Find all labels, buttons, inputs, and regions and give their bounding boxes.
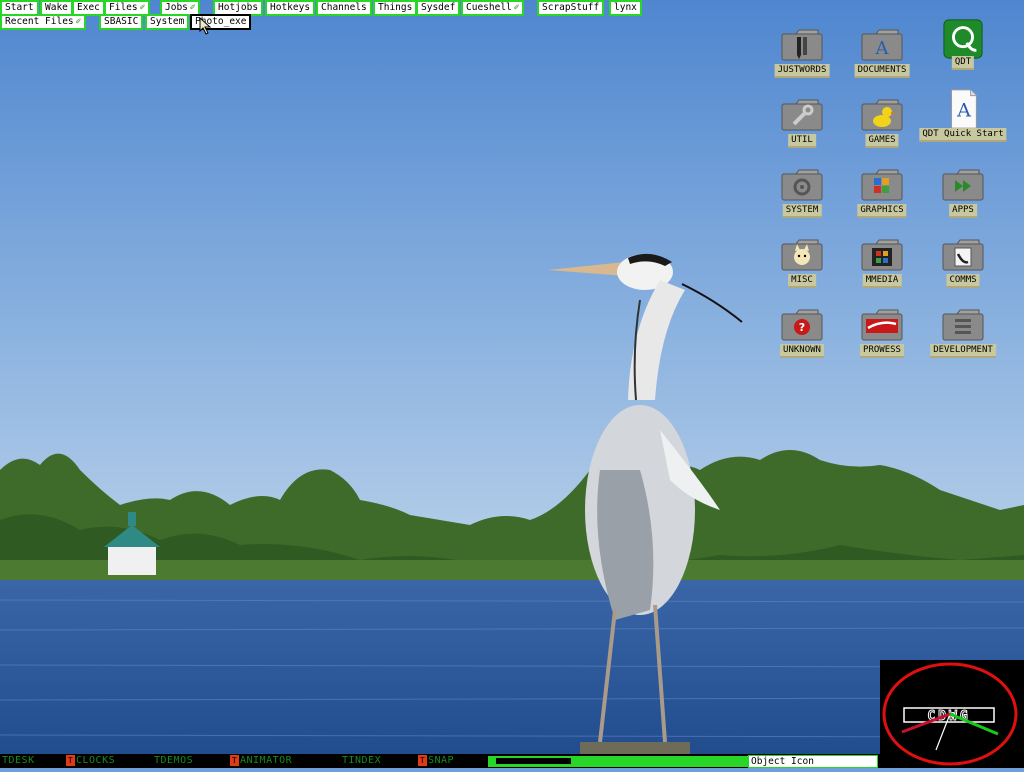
desktop-icon-label: MISC [788, 274, 816, 288]
desktop-icon-label: QDT [951, 56, 975, 70]
desktop-icon-unknown[interactable]: ? UNKNOWN [767, 306, 837, 366]
menu-cueshell[interactable]: Cueshell ✐ [461, 0, 525, 16]
folder-prowess-icon [861, 309, 903, 341]
folder-phone-icon [942, 239, 984, 271]
desktop-icon-label: JUSTWORDS [774, 64, 830, 78]
submenu-icon: ✐ [513, 3, 520, 13]
menu-hotkeys[interactable]: Hotkeys [265, 0, 316, 16]
menu-things[interactable]: Things [373, 0, 418, 16]
desktop-icon-graphics[interactable]: GRAPHICS [847, 166, 917, 226]
task-tindex[interactable]: TINDEX [342, 755, 381, 767]
menu-recent-files[interactable]: Recent Files ✐ [0, 14, 87, 30]
folder-duck-icon [861, 99, 903, 131]
menu-sysdef[interactable]: Sysdef [416, 0, 461, 16]
desktop-icon-label: MMEDIA [862, 274, 902, 288]
document-a-icon: A [951, 89, 977, 129]
task-snap[interactable]: T SNAP [418, 755, 454, 767]
progress-bar [487, 755, 749, 768]
task-marker-icon: T [418, 755, 427, 766]
status-field: Object Icon [748, 755, 878, 768]
desktop-icon-label: DEVELOPMENT [930, 344, 996, 358]
desktop-icon-label: QDT Quick Start [919, 128, 1007, 142]
desktop-icon-games[interactable]: GAMES [847, 96, 917, 156]
menu-sbasic[interactable]: SBASIC [99, 14, 144, 30]
folder-cat-icon [781, 239, 823, 271]
desktop-icon-label: UTIL [788, 134, 816, 148]
desktop-icon-label: COMMS [946, 274, 980, 288]
folder-film-icon [861, 239, 903, 271]
clock-face: CDWG [882, 662, 1018, 766]
menu-channels[interactable]: Channels [316, 0, 372, 16]
desktop-icon-label: UNKNOWN [780, 344, 824, 358]
desktop-icon-label: GRAPHICS [857, 204, 907, 218]
task-tdesk[interactable]: TDESK [2, 755, 35, 767]
clock-widget[interactable]: CDWG [880, 660, 1024, 768]
folder-list-icon [942, 309, 984, 341]
svg-text:A: A [875, 38, 890, 59]
desktop-icon-label: DOCUMENTS [854, 64, 910, 78]
menu-scrapstuff[interactable]: ScrapStuff [537, 0, 605, 16]
qdt-logo-icon [943, 19, 983, 59]
desktop-icon-justwords[interactable]: JUSTWORDS [767, 26, 837, 86]
submenu-icon: ✐ [75, 17, 82, 27]
desktop-icon-label: APPS [949, 204, 977, 218]
submenu-icon: ✐ [189, 3, 196, 13]
desktop-icon-qdt[interactable]: QDT [928, 18, 998, 78]
desktop-icon-util[interactable]: UTIL [767, 96, 837, 156]
submenu-icon: ✐ [139, 3, 146, 13]
desktop-icon-label: SYSTEM [782, 204, 822, 218]
desktop-icon-label: PROWESS [860, 344, 904, 358]
desktop-icon-misc[interactable]: MISC [767, 236, 837, 296]
desktop-icon-system[interactable]: SYSTEM [767, 166, 837, 226]
folder-palette-icon [861, 169, 903, 201]
folder-pen-icon [781, 29, 823, 61]
task-animator[interactable]: T ANIMATOR [230, 755, 292, 767]
desktop-icon-comms[interactable]: COMMS [928, 236, 998, 296]
bottom-taskbar: TDESK T CLOCKS TDEMOS T ANIMATOR TINDEX TS… [0, 754, 880, 768]
svg-text:?: ? [799, 321, 805, 334]
desktop-icon-label: GAMES [865, 134, 899, 148]
desktop-icon-mmedia[interactable]: MMEDIA [847, 236, 917, 296]
svg-text:A: A [956, 99, 971, 122]
menu-system[interactable]: System [145, 14, 190, 30]
task-tdemos[interactable]: TDEMOS [154, 755, 193, 767]
folder-gear-icon [781, 169, 823, 201]
folder-arrows-icon [942, 169, 984, 201]
folder-wrench-icon [781, 99, 823, 131]
task-marker-icon: T [230, 755, 239, 766]
desktop-icon-documents[interactable]: A DOCUMENTS [847, 26, 917, 86]
progress-fill [496, 758, 571, 764]
desktop-icon-development[interactable]: DEVELOPMENT [928, 306, 998, 366]
folder-question-icon: ? [781, 309, 823, 341]
folder-letter-a-icon: A [861, 29, 903, 61]
task-clocks[interactable]: T CLOCKS [66, 755, 115, 767]
task-marker-icon: T [66, 755, 75, 766]
desktop-icon-qdt-quick-start[interactable]: A QDT Quick Start [918, 88, 1008, 148]
desktop-icon-prowess[interactable]: PROWESS [847, 306, 917, 366]
desktop-icon-apps[interactable]: APPS [928, 166, 998, 226]
mouse-pointer-icon [199, 17, 212, 35]
menu-lynx[interactable]: lynx [609, 0, 642, 16]
